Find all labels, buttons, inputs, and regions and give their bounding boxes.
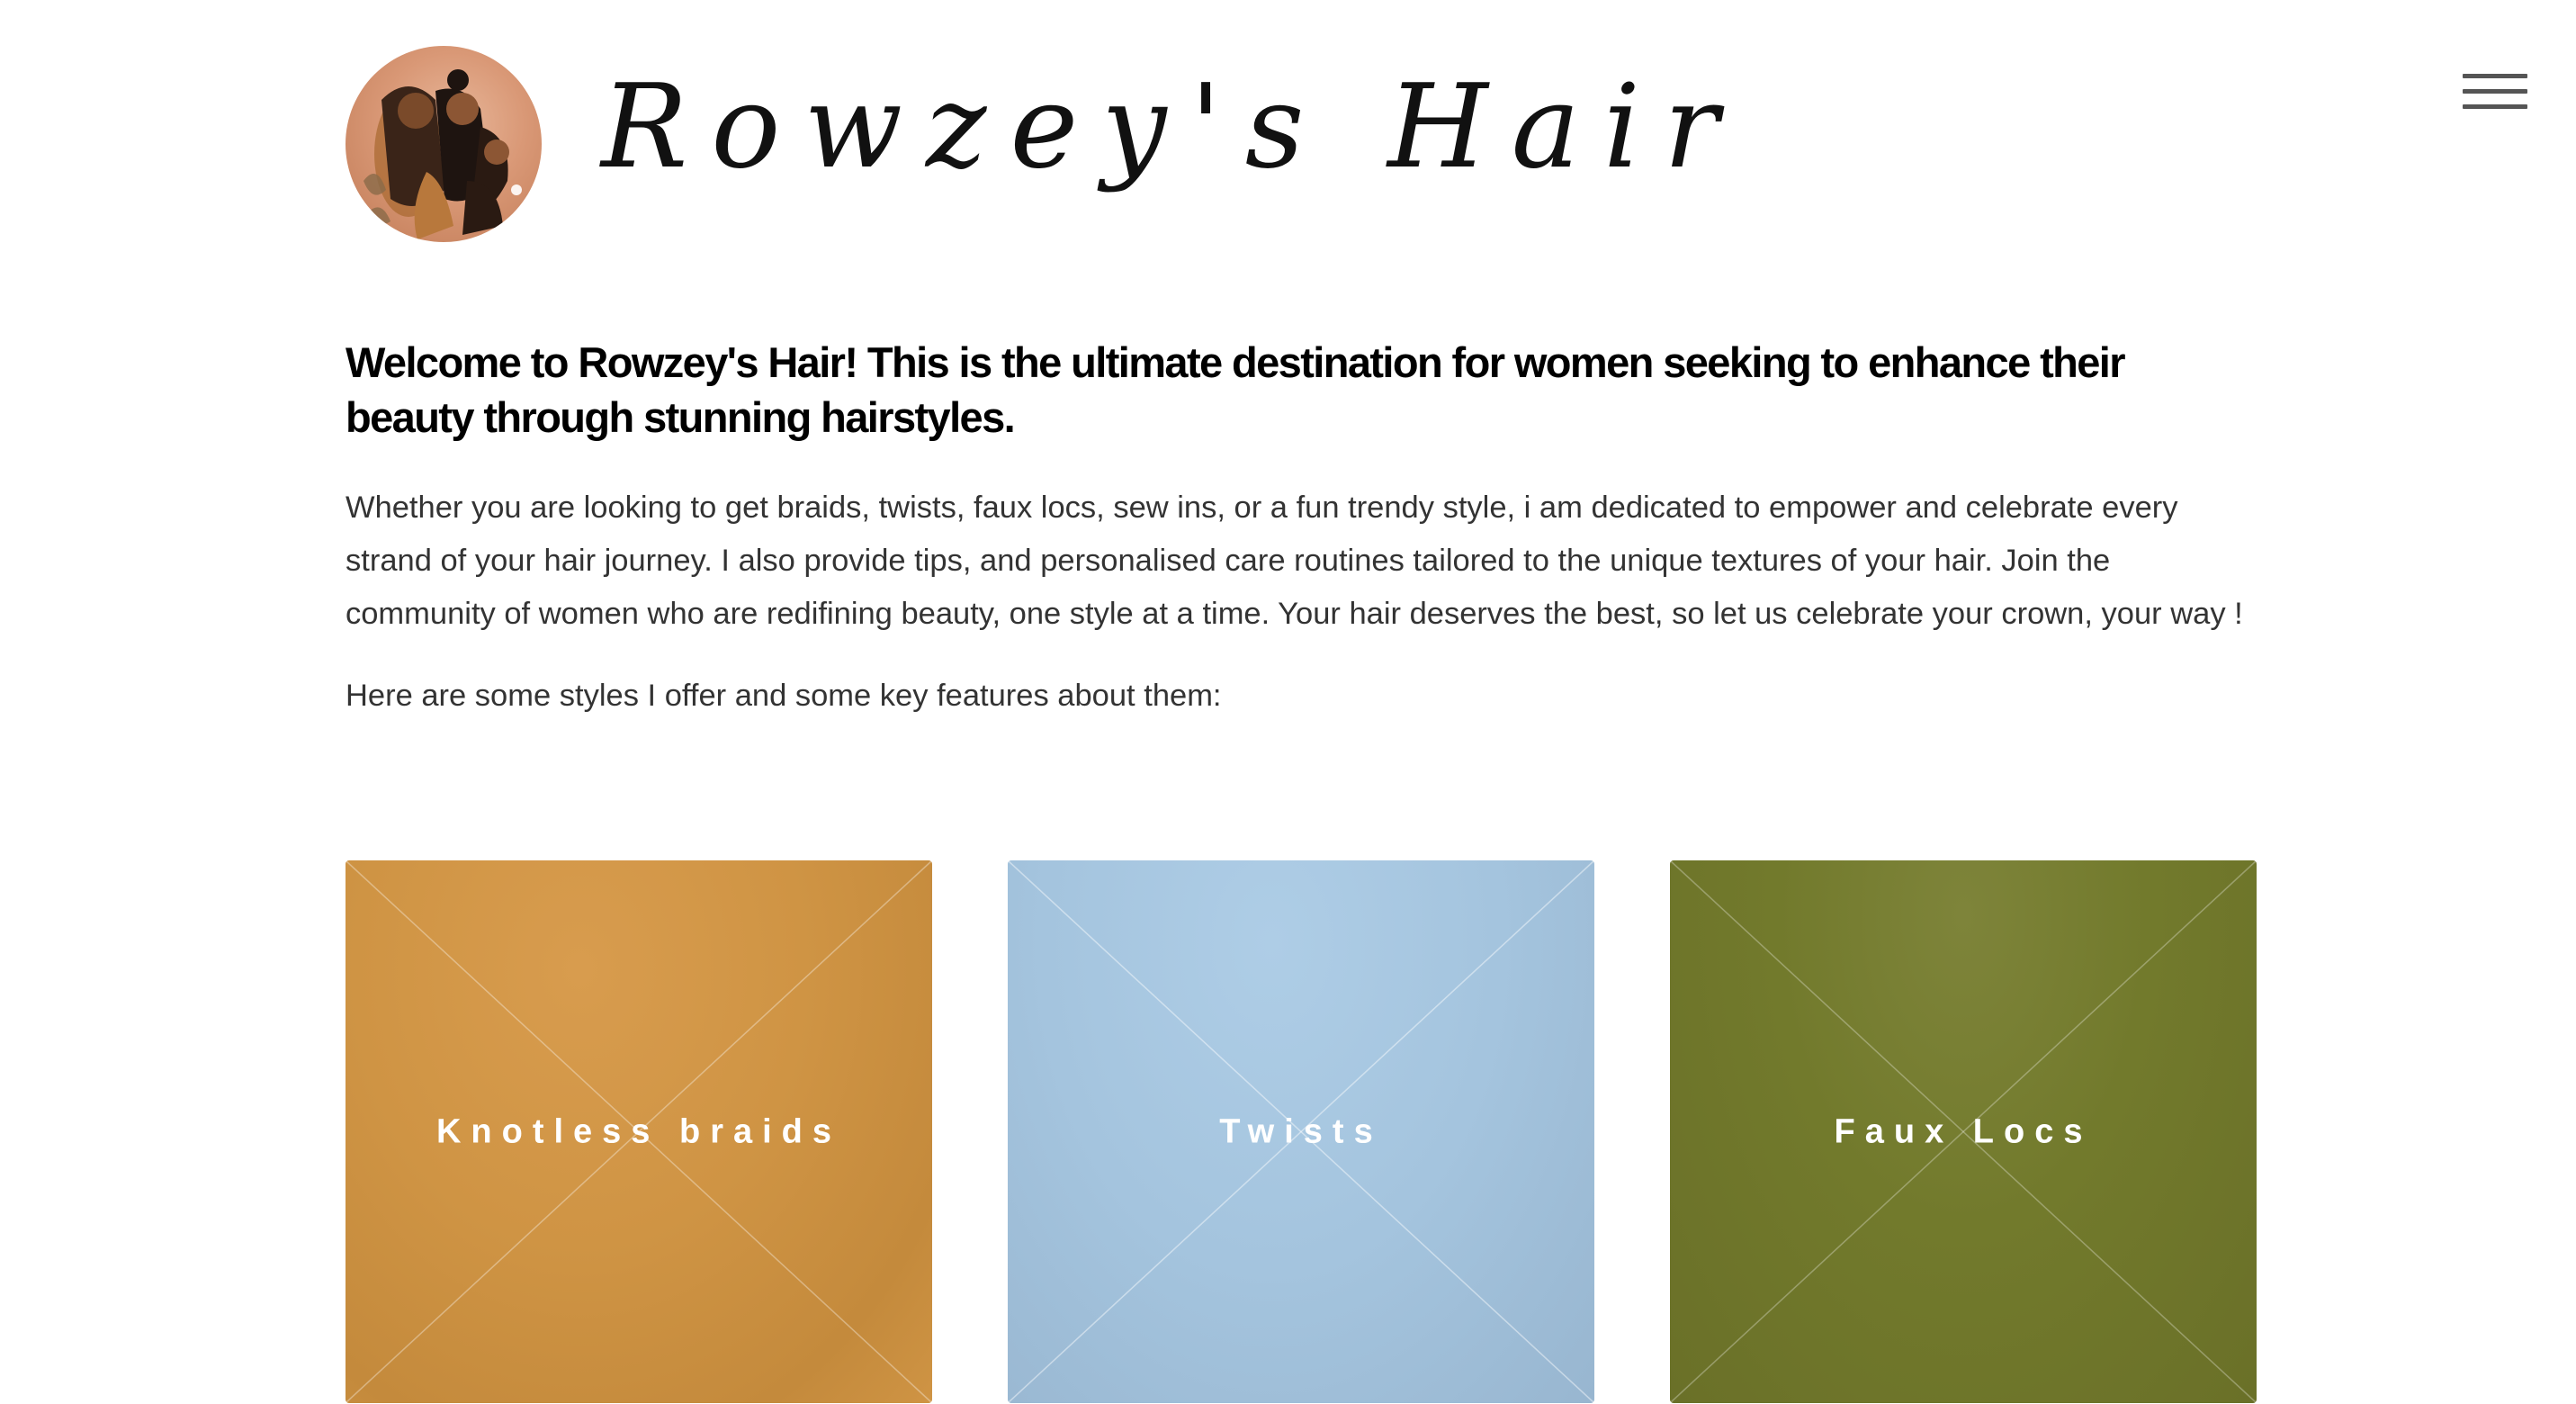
style-card-twists[interactable]: Twists — [1008, 860, 1594, 1403]
card-label: Twists — [1219, 1112, 1383, 1150]
menu-line — [2463, 89, 2527, 94]
menu-line — [2463, 104, 2527, 109]
card-label: Knotless braids — [435, 1112, 842, 1150]
hamburger-menu-icon[interactable] — [2463, 68, 2527, 113]
card-label: Faux Locs — [1834, 1112, 2093, 1150]
menu-line — [2463, 74, 2527, 78]
intro-description: Whether you are looking to get braids, t… — [346, 490, 2243, 631]
welcome-headline: Welcome to Rowzey's Hair! This is the ul… — [346, 338, 2126, 441]
site-title[interactable]: Rowzey's Hair — [601, 47, 1742, 209]
style-card-knotless-braids[interactable]: Knotless braids — [346, 860, 932, 1403]
styles-intro-text: Here are some styles I offer and some ke… — [346, 679, 1222, 713]
page: Rowzey's Hair Welcome to Rowzey's Hair! … — [0, 0, 2576, 1404]
style-card-faux-locs[interactable]: Faux Locs — [1670, 860, 2257, 1403]
logo-icon[interactable] — [346, 46, 542, 242]
